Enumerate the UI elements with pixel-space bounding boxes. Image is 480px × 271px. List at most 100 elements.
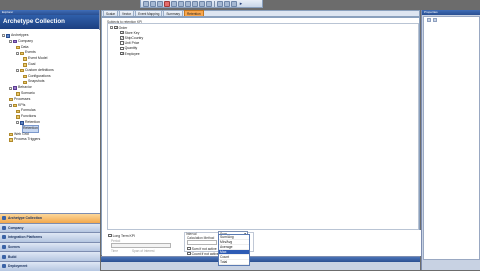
folder-icon (13, 39, 17, 44)
left-panel: Explorer Archetype Collection − Archetype… (0, 10, 100, 271)
subject-tree: − ✓ Order ✓ Store Key ✓ ShipCountry Unit Price Q… (107, 23, 419, 230)
subject-checkbox[interactable]: ✓ (114, 25, 118, 30)
folder-icon (9, 97, 13, 102)
folder-icon (20, 68, 24, 73)
left-panel-title: Archetype Collection (0, 15, 99, 29)
toolbar-copy-button[interactable] (192, 0, 198, 7)
toolbar-more-icon[interactable]: ▸ (238, 1, 244, 7)
properties-grid (423, 16, 480, 260)
tree-expander-icon[interactable]: − (9, 103, 12, 107)
subject-item-label: Order (118, 25, 128, 30)
nav-bar-item[interactable]: Archetype Collection (0, 213, 100, 223)
folder-icon (20, 121, 24, 125)
toolbar-new-button[interactable] (171, 0, 177, 7)
nav-item-label: Integration Platforms (8, 235, 43, 240)
toolbar-back-button[interactable] (143, 0, 149, 7)
toolbar-stop-button[interactable] (164, 0, 170, 7)
tree-expander-icon[interactable]: − (16, 51, 19, 55)
nav-item-label: Build (8, 254, 17, 259)
tree-expander-icon[interactable]: − (9, 86, 12, 90)
subject-item-label: Unit Price (124, 41, 140, 46)
folder-icon (23, 63, 27, 67)
toolbar-save-button[interactable] (185, 0, 191, 7)
nav-item-label: Scenes (8, 245, 20, 250)
long-term-kpi-row[interactable]: Long Term KPI (108, 233, 135, 238)
right-panel: Properties (421, 10, 480, 270)
subject-checkbox[interactable]: ✓ (120, 51, 124, 56)
nav-item-icon (2, 216, 6, 221)
subject-item[interactable]: ✓ Employee (120, 51, 140, 56)
folder-icon (20, 51, 24, 56)
nav-item-icon (2, 225, 6, 230)
subject-item-label: Store Key (124, 30, 140, 35)
nav-item-icon (2, 235, 6, 240)
nav-bar-item[interactable]: Integration Platforms (0, 232, 100, 242)
toolbar-separator (214, 0, 215, 7)
nav-bar-item[interactable]: Scenes (0, 241, 100, 252)
folder-icon (9, 132, 13, 137)
subject-checkbox[interactable] (120, 41, 124, 45)
toolbar-paste-button[interactable] (199, 0, 205, 7)
sort-alpha-icon[interactable] (433, 18, 437, 22)
output-panel-header (101, 257, 420, 262)
tab-vector[interactable]: Vector (119, 10, 135, 16)
toolbar-forward-button[interactable] (150, 0, 156, 7)
sort-category-icon[interactable] (427, 18, 431, 22)
tree-node[interactable]: Process Triggers (2, 137, 98, 143)
subject-checkbox[interactable] (120, 46, 124, 51)
main-toolbar: ▸ (140, 0, 263, 8)
long-term-kpi-checkbox[interactable] (108, 233, 112, 238)
nav-item-label: Archetype Collection (8, 216, 42, 221)
toolbar-open-button[interactable] (178, 0, 184, 7)
interval-field[interactable] (187, 240, 217, 245)
tree-expander-icon[interactable]: − (9, 40, 12, 44)
tab-event-mapping[interactable]: Event Mapping (135, 10, 163, 16)
toolbar-deploy-button[interactable] (231, 0, 237, 7)
check-a-label: Sum if not active (191, 246, 217, 251)
folder-icon (13, 86, 17, 90)
subject-item-label: Employee (124, 51, 140, 56)
right-panel-header: Properties (422, 10, 480, 15)
toolbar-build-button[interactable] (217, 0, 223, 7)
properties-toolbar (427, 18, 437, 22)
nav-item-icon (2, 254, 6, 259)
folder-icon (23, 80, 27, 85)
folder-icon (16, 109, 20, 113)
nav-bar-item[interactable]: Build (0, 251, 100, 261)
folder-icon (9, 138, 13, 142)
tree-expander-icon[interactable]: − (16, 121, 19, 125)
retention-editor: Subjects to retention KPI − ✓ Order ✓ Store … (101, 17, 421, 256)
subject-checkbox[interactable]: ✓ (120, 36, 124, 40)
subject-expander-icon[interactable]: − (110, 26, 113, 30)
nav-item-icon (2, 264, 6, 269)
time-label: Time (111, 249, 118, 253)
toolbar-home-button[interactable] (157, 0, 163, 7)
nav-item-label: Deployment (8, 264, 28, 269)
folder-icon (23, 57, 27, 61)
dropdown-option[interactable]: Total (219, 260, 249, 265)
tree-expander-icon[interactable]: − (16, 69, 19, 73)
check-b-checkbox[interactable] (187, 251, 191, 256)
subject-checkbox[interactable]: ✓ (120, 30, 124, 35)
archetype-tree: − Archetypes − Company Data − Events Event Mode… (0, 30, 100, 220)
check-a-checkbox[interactable] (187, 246, 191, 251)
subject-item-label: Quantity (124, 46, 138, 51)
nav-bar-item[interactable]: Deployment (0, 261, 100, 271)
tab-scalar[interactable]: Scalar (103, 10, 119, 16)
tree-node-label: Process Triggers (14, 137, 41, 142)
subject-item-label: ShipCountry (124, 35, 144, 40)
tab-retention[interactable]: Retention (184, 10, 204, 16)
tab-summary[interactable]: Summary (163, 10, 183, 16)
period-dropdown[interactable] (111, 243, 171, 248)
toolbar-delete-button[interactable] (206, 0, 212, 7)
nav-item-icon (2, 245, 6, 250)
folder-icon (23, 74, 27, 79)
folder-icon (16, 115, 20, 119)
folder-icon (16, 92, 20, 96)
folder-icon (16, 45, 20, 50)
nav-bar-item[interactable]: Company (0, 222, 100, 233)
folder-icon (13, 103, 17, 108)
toolbar-run-button[interactable] (224, 0, 230, 7)
tree-expander-icon[interactable]: − (2, 34, 5, 38)
span-label: Span of Interest (132, 249, 155, 253)
